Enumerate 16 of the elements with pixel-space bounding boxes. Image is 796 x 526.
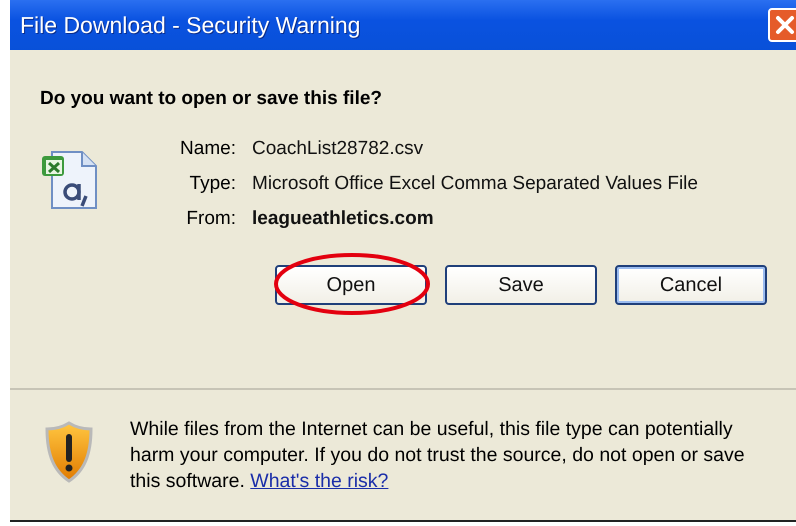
field-value: leagueathletics.com bbox=[252, 208, 434, 230]
close-button[interactable] bbox=[768, 8, 796, 42]
risk-link[interactable]: What's the risk? bbox=[250, 470, 388, 492]
field-value: CoachList28782.csv bbox=[252, 138, 424, 160]
question-heading: Do you want to open or save this file? bbox=[40, 88, 384, 110]
close-icon bbox=[775, 15, 795, 35]
field-label: Type: bbox=[188, 173, 236, 195]
warning-text: While files from the Internet can be useful, this file type can potentially harm your computer. If you do not trust the source, do not open or save this software. What's the risk? bbox=[130, 417, 746, 494]
field-value: Microsoft Office Excel Comma Separated Values File bbox=[252, 173, 698, 195]
dialog-button[interactable]: Open bbox=[275, 265, 427, 305]
warning-shield-icon bbox=[44, 421, 94, 483]
field-label: From: bbox=[185, 208, 236, 230]
dialog-button[interactable]: Cancel bbox=[615, 265, 767, 305]
window-title: File Download - Security Warning bbox=[20, 12, 360, 38]
field-label: Name: bbox=[179, 138, 236, 160]
dialog-button[interactable]: Save bbox=[445, 265, 597, 305]
